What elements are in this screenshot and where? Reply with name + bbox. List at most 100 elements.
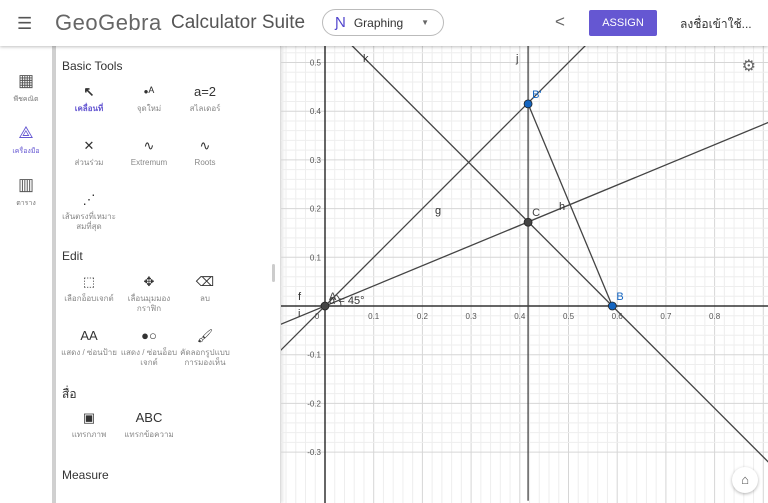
tool-icon: ●○ xyxy=(141,328,157,343)
tool-label: แทรกข้อความ xyxy=(124,430,174,439)
rail-label: พีชคณิต xyxy=(13,96,39,103)
share-icon[interactable]: < xyxy=(555,12,565,32)
tool-icon: ∿ xyxy=(199,138,211,153)
tool-icon: a=2 xyxy=(193,84,217,99)
point-label: A xyxy=(329,291,337,303)
tool-icon: ⌫ xyxy=(195,274,215,289)
tool-edit-5[interactable]: 🖌 คัดลอกรูปแบบการมองเห็น xyxy=(176,326,234,368)
tool-label: Extremum xyxy=(130,158,168,167)
tool-label: Roots xyxy=(194,158,216,167)
tool-label: สไลเดอร์ xyxy=(189,104,221,113)
tool-icon: ▣ xyxy=(82,410,96,425)
tool-icon: AA xyxy=(80,328,98,343)
settings-gear-icon[interactable]: ⚙ xyxy=(742,56,756,76)
y-tick-label: -0.1 xyxy=(307,351,321,360)
section-measure: Measure xyxy=(62,468,109,482)
home-view-button[interactable]: ⌂ xyxy=(732,467,758,493)
y-tick-label: 0.2 xyxy=(310,205,322,214)
graphing-icon: Ɲ xyxy=(335,14,346,31)
geogebra-logo[interactable]: GeoGebra xyxy=(55,10,162,36)
tool-icon: ✕ xyxy=(83,138,95,153)
point-label: B xyxy=(616,291,623,303)
rail-label: เครื่องมือ xyxy=(12,148,40,155)
y-tick-label: 0.3 xyxy=(310,156,322,165)
tool-label: เส้นตรงที่เหมาะสมที่สุด xyxy=(62,212,116,231)
tool-icon: 🖌 xyxy=(196,328,214,343)
side-rail: ▦ พีชคณิต ⟁ เครื่องมือ ▥ ตาราง xyxy=(0,46,52,503)
tool-icon: ⋰ xyxy=(82,192,96,207)
tool-label: เลือกอ็อบเจกต์ xyxy=(64,294,114,303)
tool-edit-0[interactable]: ⬚ เลือกอ็อบเจกต์ xyxy=(60,272,118,304)
section-edit: Edit xyxy=(62,249,83,263)
tools-panel: Basic Tools Edit สื่อ Measure ↖ เคลื่อนที… xyxy=(56,46,281,503)
rail-algebra[interactable]: ▦ พีชคณิต xyxy=(0,71,52,105)
tool-edit-1[interactable]: ✥ เลื่อนมุมมองกราฟิก xyxy=(120,272,178,314)
y-tick-label: -0.2 xyxy=(307,399,321,408)
x-tick-label: 0.1 xyxy=(368,312,380,321)
rail-tools[interactable]: ⟁ เครื่องมือ xyxy=(0,123,52,157)
line-label-k: k xyxy=(363,53,369,65)
x-tick-label: 0.6 xyxy=(612,312,624,321)
point-C[interactable] xyxy=(523,217,533,227)
rail-label: ตาราง xyxy=(16,200,36,207)
tool-label: เคลื่อนที่ xyxy=(74,104,104,113)
tool-label: แสดง / ซ่อนอ็อบเจกต์ xyxy=(120,348,178,367)
tool-basic-4[interactable]: ∿ Extremum xyxy=(120,136,178,168)
tool-basic-6[interactable]: ⋰ เส้นตรงที่เหมาะสมที่สุด xyxy=(60,190,118,232)
tool-label: แทรกภาพ xyxy=(71,430,107,439)
tool-label: แสดง / ซ่อนป้าย xyxy=(61,348,117,357)
tool-basic-1[interactable]: •ᴬ จุดใหม่ xyxy=(120,82,178,114)
graph-canvas[interactable]: 0 0.1 0.2 0.3 0.4 0.5 0.6 0.7 0.80.50.40.30.20.1… xyxy=(281,46,768,503)
y-tick-label: 0.1 xyxy=(310,253,322,262)
line-g[interactable] xyxy=(281,46,617,403)
app-suite-title: Calculator Suite xyxy=(171,12,306,33)
tool-basic-5[interactable]: ∿ Roots xyxy=(176,136,234,168)
panel-scrollbar[interactable] xyxy=(272,264,275,282)
tool-label: ส่วนร่วม xyxy=(74,158,104,167)
tool-media-0[interactable]: ▣ แทรกภาพ xyxy=(60,408,118,440)
rail-table[interactable]: ▥ ตาราง xyxy=(0,175,52,209)
sign-in-link[interactable]: ลงชื่อเข้าใช้... xyxy=(680,15,752,34)
y-tick-label: 0.4 xyxy=(310,107,322,116)
tool-label: จุดใหม่ xyxy=(136,104,162,113)
tools-icon: ⟁ xyxy=(18,123,34,142)
chevron-down-icon: ▼ xyxy=(421,18,429,27)
x-tick-label: 0.5 xyxy=(563,312,575,321)
line-label-j: j xyxy=(515,53,518,65)
tool-icon: •ᴬ xyxy=(143,84,155,99)
hamburger-menu-icon[interactable]: ☰ xyxy=(17,14,32,34)
tool-icon: ABC xyxy=(135,410,163,425)
section-media: สื่อ xyxy=(62,387,77,401)
y-tick-label: -0.3 xyxy=(307,448,321,457)
tool-icon: ✥ xyxy=(143,274,155,289)
assign-button[interactable]: ASSIGN xyxy=(589,10,657,36)
x-tick-label: 0.7 xyxy=(660,312,672,321)
y-tick-label: 0.5 xyxy=(310,59,322,68)
tool-label: คัดลอกรูปแบบการมองเห็น xyxy=(180,348,230,367)
graphics-view[interactable]: 0 0.1 0.2 0.3 0.4 0.5 0.6 0.7 0.8 0.5 0.4 0.3 0.2 0.1… xyxy=(281,46,768,503)
line-label-f: f xyxy=(298,291,302,303)
top-bar: ☰ GeoGebra Calculator Suite Ɲ Graphing ▼ <… xyxy=(0,0,768,46)
tool-edit-2[interactable]: ⌫ ลบ xyxy=(176,272,234,304)
tool-label: เลื่อนมุมมองกราฟิก xyxy=(127,294,171,313)
x-tick-label: 0.4 xyxy=(514,312,526,321)
tool-icon: ↖ xyxy=(83,84,95,99)
tool-media-1[interactable]: ABC แทรกข้อความ xyxy=(120,408,178,440)
line-label-g: g xyxy=(435,205,441,217)
calculator-icon: ▦ xyxy=(17,71,35,90)
point-B'[interactable] xyxy=(523,99,533,109)
tool-edit-3[interactable]: AA แสดง / ซ่อนป้าย xyxy=(60,326,118,358)
section-basic-tools: Basic Tools xyxy=(62,59,123,73)
table-icon: ▥ xyxy=(17,175,35,194)
segment-bb[interactable] xyxy=(527,103,613,307)
app-selector[interactable]: Ɲ Graphing ▼ xyxy=(322,9,444,36)
tool-basic-0[interactable]: ↖ เคลื่อนที่ xyxy=(60,82,118,114)
tool-basic-3[interactable]: ✕ ส่วนร่วม xyxy=(60,136,118,168)
app-selector-label: Graphing xyxy=(353,15,404,30)
tool-basic-2[interactable]: a=2 สไลเดอร์ xyxy=(176,82,234,114)
point-B[interactable] xyxy=(607,301,617,311)
tool-icon: ∿ xyxy=(143,138,155,153)
tool-edit-4[interactable]: ●○ แสดง / ซ่อนอ็อบเจกต์ xyxy=(120,326,178,368)
point-A[interactable] xyxy=(320,301,330,311)
line-label-h: h xyxy=(559,201,565,213)
